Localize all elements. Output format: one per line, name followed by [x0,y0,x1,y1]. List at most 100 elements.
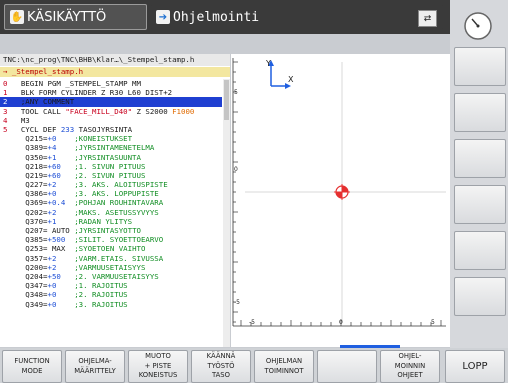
line-token: +1 [47,216,70,226]
program-line[interactable]: Q207= AUTO ;JYRSINTASYOTTO [0,226,222,235]
graphics-view[interactable]: Y X 5 0 -5 -5 0 5 [231,54,450,347]
program-line[interactable]: Q348=+0 ;2. RAJOITUS [0,290,222,299]
right-softkey[interactable] [454,185,506,224]
softkey-function-mode[interactable]: FUNCTION MODE [2,350,62,383]
softkey-contour-point-machining[interactable]: MUOTO + PISTE KONEISTUS [128,350,188,383]
line-token: F1000 [172,106,195,116]
left-ruler-ticks [233,61,238,323]
line-token: BEGIN PGM _STEMPEL_STAMP MM [20,79,141,88]
program-line[interactable]: 3 TOOL CALL "FACE_MILL_D40" Z S2000 F100… [0,107,222,116]
program-line[interactable]: Q204=+50 ;2. VARMUUSETAISYYS [0,272,222,281]
softkey-label: MOINNIN [394,361,426,370]
line-token: Q202= [16,207,48,217]
softkey-tilt-working-plane[interactable]: KÄÄNNÄ TYÖSTÖ TASO [191,350,251,383]
line-token: +60 [47,161,70,171]
softkey-label: TYÖSTÖ [207,361,235,370]
program-line[interactable]: 5 CYCL DEF 233 TASOJYRSINTA [0,125,222,134]
program-lines: 0 BEGIN PGM _STEMPEL_STAMP MM 1 BLK FORM … [0,79,222,309]
line-token: +0 [47,189,70,199]
softkey-program-definition[interactable]: OHJELMA- MÄÄRITTELY [65,350,125,383]
right-softkey[interactable] [454,277,506,316]
program-line[interactable]: Q215=+0 ;KONEISTUKSET [0,134,222,143]
program-line[interactable]: 1 BLK FORM CYLINDER Z R30 L60 DIST+2 [0,88,222,97]
workpiece-origin-icon [334,184,350,200]
line-token: Q227= [16,180,48,190]
right-softkey[interactable] [454,231,506,270]
right-softkey[interactable] [454,47,506,86]
line-token: ;JYRSINTASUUNTA [69,152,141,162]
program-line[interactable]: Q200=+2 ;VARMUUSETAISYYS [0,263,222,272]
mode-programming-button[interactable]: ➔ Ohjelmointi ⇄ [150,4,444,30]
line-token: +60 [47,170,70,180]
program-line[interactable]: Q218=+60 ;1. SIVUN PITUUS [0,162,222,171]
softkey-label: FUNCTION [14,357,50,365]
softkey-label: KONEISTUS [138,371,178,380]
program-line[interactable]: Q370=+1 ;RADAN YLITYS [0,217,222,226]
softkey-empty[interactable] [317,350,377,383]
program-file-name: → _Stempel_stamp.h [0,67,230,77]
program-line[interactable]: Q202=+2 ;MAKS. ASETUSSYVYYS [0,208,222,217]
softkey-end[interactable]: LOPP [445,350,505,383]
right-softkey[interactable] [454,93,506,132]
line-token: +0 [47,290,70,300]
program-editor[interactable]: TNC:\nc_prog\TNC\BHB\Klar…\_Stempel_stam… [0,54,230,347]
program-line[interactable]: Q369=+0.4 ;POHJAN ROUHINTAVARA [0,198,222,207]
bottom-ruler-label: -5 [249,319,255,326]
line-token: TOOL CALL [20,106,66,116]
line-token: +0 [47,134,70,144]
softkey-label: OHJEET [397,371,423,380]
program-line[interactable]: Q219=+60 ;2. SIVUN PITUUS [0,171,222,180]
program-line[interactable]: Q385=+500 ;SILIT. SYOETTOEARVO [0,235,222,244]
program-arrow-icon: ➔ [156,10,170,24]
line-token: ;RADAN YLITYS [69,216,133,226]
program-line[interactable]: Q389=+4 ;JYRSINTAMENETELMA [0,143,222,152]
line-token: Q385= [16,235,48,245]
line-token: Q369= [16,198,48,208]
line-token: +0 [47,299,70,309]
line-token: ;2. VARMUUSETAISYYS [69,271,159,281]
line-token: ;2. RAJOITUS [69,290,128,300]
line-token: TASOJYRSINTA [74,124,133,134]
axis-y-label: Y [265,59,271,68]
program-scrollbar-thumb[interactable] [224,80,229,120]
line-token: 233 [60,124,75,134]
line-token: ;JYRSINTAMENETELMA [69,143,155,153]
line-token: Q349= [16,299,48,309]
softkey-label: TASO [212,371,230,380]
line-token: CYCL DEF [20,124,61,134]
mode-manual-label: KÄSIKÄYTTÖ [27,9,107,25]
line-token: Q347= [16,281,48,291]
program-line[interactable]: Q253= MAX ;SYOETOEN VAIHTO [0,244,222,253]
line-token: +500 [47,235,70,245]
program-line[interactable]: Q386=+0 ;3. AKS. LOPPUPISTE [0,189,222,198]
bottom-ruler-label: 5 [431,319,435,326]
program-line[interactable]: Q350=+1 ;JYRSINTASUUNTA [0,153,222,162]
right-softkey[interactable] [454,139,506,178]
line-token: +0 [47,281,70,291]
mode-manual-operation-button[interactable]: ✋ KÄSIKÄYTTÖ [4,4,147,30]
right-softkey-bar [450,0,508,383]
program-line[interactable]: Q347=+0 ;1. RAJOITUS [0,281,222,290]
softkey-label: OHJEL- [398,352,422,361]
program-line[interactable]: Q357=+2 ;VARM.ETAIS. SIVUSSA [0,254,222,263]
bottom-ruler-label: 0 [339,319,343,326]
line-token: +2 [47,262,70,272]
softkey-programming-help[interactable]: OHJEL- MOINNIN OHJEET [380,350,440,383]
program-line[interactable]: Q227=+2 ;3. AKS. ALOITUSPISTE [0,180,222,189]
program-line[interactable]: 4 M3 [0,116,222,125]
program-line[interactable]: 0 BEGIN PGM _STEMPEL_STAMP MM [0,79,222,88]
line-token: ;1. SIVUN PITUUS [69,161,146,171]
line-token: ;1. RAJOITUS [69,281,128,291]
machine-status-gauge-icon[interactable] [456,9,500,41]
softkey-label: KÄÄNNÄ [206,352,236,361]
line-token: Q207= AUTO [16,226,75,235]
softkey-program-functions[interactable]: OHJELMAN TOIMINNOT [254,350,314,383]
program-line[interactable]: Q349=+0 ;3. RAJOITUS [0,300,222,309]
split-screen-icon[interactable]: ⇄ [418,10,437,27]
line-token: ;3. AKS. ALOITUSPISTE [69,180,168,190]
line-token: ;3. AKS. LOPPUPISTE [69,189,159,199]
line-token: BLK FORM CYLINDER Z R30 L60 DIST+2 [20,88,173,98]
program-line[interactable]: 2 ;ANY COMMENT [0,97,222,107]
hand-icon: ✋ [10,10,24,24]
line-token: +1 [47,152,70,162]
